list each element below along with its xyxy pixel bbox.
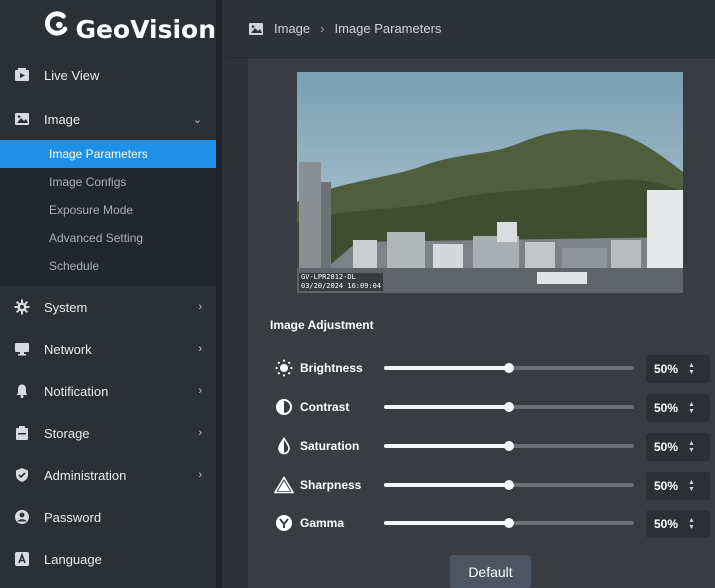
sidebar-item-label: System: [44, 299, 88, 315]
sidebar-item-label: Notification: [44, 383, 109, 399]
chevron-right-icon: ›: [198, 427, 202, 439]
gamma-slider[interactable]: [384, 518, 634, 528]
sidebar-subitem-exposure-mode[interactable]: Exposure Mode: [0, 196, 216, 224]
triangle-icon: [274, 475, 294, 495]
sidebar-item-network[interactable]: Network ›: [0, 328, 216, 370]
brand-name: GeoVision: [75, 14, 216, 44]
slider-fill: [384, 405, 509, 409]
sidebar-item-notification[interactable]: Notification ›: [0, 370, 216, 412]
contrast-icon: [274, 397, 294, 417]
image-icon: [248, 21, 264, 37]
brightness-value-stepper[interactable]: 50% ▲ ▼: [646, 355, 710, 383]
user-icon: [12, 507, 32, 527]
sharpness-slider[interactable]: [384, 480, 634, 490]
preview-timestamp: 03/20/2024 16:09:04: [301, 282, 382, 290]
sidebar-item-live-view[interactable]: Live View: [0, 58, 216, 92]
slider-fill: [384, 366, 509, 370]
shield-icon: [12, 465, 32, 485]
sidebar-item-label: Network: [44, 341, 92, 357]
default-button[interactable]: Default: [450, 555, 531, 588]
breadcrumb-page: Image Parameters: [334, 21, 442, 36]
breadcrumb: Image › Image Parameters: [228, 0, 715, 58]
sidebar-item-label: Image: [44, 111, 81, 127]
sidebar-subitem-schedule[interactable]: Schedule: [0, 252, 216, 280]
contrast-slider[interactable]: [384, 402, 634, 412]
sidebar-item-label: Language: [44, 551, 102, 567]
chevron-right-icon: ›: [198, 301, 202, 313]
slider-fill: [384, 521, 509, 525]
contrast-value-stepper[interactable]: 50% ▲ ▼: [646, 394, 710, 422]
preview-overlay: GV-LPR2812-DL 03/20/2024 16:09:04: [299, 273, 384, 291]
brand-logo[interactable]: GeoVision: [0, 0, 216, 58]
spinner-icon[interactable]: ▲ ▼: [688, 517, 695, 531]
image-icon: [12, 109, 32, 129]
gear-icon: [12, 297, 32, 317]
language-icon: [12, 549, 32, 569]
sidebar: GeoVision Live View Image ⌄ Image Parame…: [0, 0, 222, 588]
sidebar-item-label: Storage: [44, 425, 90, 441]
slider-handle[interactable]: [504, 441, 514, 451]
sidebar-item-label: Live View: [44, 67, 100, 83]
geovision-logo-icon: [45, 11, 68, 36]
sidebar-item-administration[interactable]: Administration ›: [0, 454, 216, 496]
camera-preview: GV-LPR2812-DL 03/20/2024 16:09:04: [297, 72, 683, 293]
sidebar-item-password[interactable]: Password: [0, 496, 216, 538]
brightness-label: Brightness: [300, 361, 363, 375]
breadcrumb-separator-icon: ›: [320, 21, 325, 36]
image-submenu: Image Parameters Image Configs Exposure …: [0, 140, 216, 286]
gamma-value-stepper[interactable]: 50% ▲ ▼: [646, 510, 710, 538]
sun-icon: [274, 358, 294, 378]
sidebar-subitem-advanced-setting[interactable]: Advanced Setting: [0, 224, 216, 252]
sidebar-item-language[interactable]: Language: [0, 538, 216, 580]
spinner-icon[interactable]: ▲ ▼: [688, 401, 695, 415]
sharpness-value: 50%: [654, 479, 679, 493]
gamma-label: Gamma: [300, 516, 345, 530]
sidebar-item-label: Administration: [44, 467, 127, 483]
slider-handle[interactable]: [504, 363, 514, 373]
spinner-icon[interactable]: ▲ ▼: [688, 440, 695, 454]
sidebar-item-storage[interactable]: Storage ›: [0, 412, 216, 454]
main-panel: GV-LPR2812-DL 03/20/2024 16:09:04 Image …: [248, 58, 715, 588]
chevron-down-icon: ⌄: [192, 113, 202, 126]
chevron-right-icon: ›: [198, 343, 202, 355]
slider-fill: [384, 444, 509, 448]
saturation-slider[interactable]: [384, 441, 634, 451]
sharpness-label: Sharpness: [300, 478, 362, 492]
storage-icon: [12, 423, 32, 443]
image-adjustment-title: Image Adjustment: [270, 318, 374, 332]
slider-fill: [384, 483, 509, 487]
gamma-value: 50%: [654, 517, 679, 531]
droplet-icon: [274, 436, 294, 456]
monitor-icon: [12, 339, 32, 359]
spinner-icon[interactable]: ▲ ▼: [688, 479, 695, 493]
slider-handle[interactable]: [504, 402, 514, 412]
sidebar-subitem-image-configs[interactable]: Image Configs: [0, 168, 216, 196]
sharpness-value-stepper[interactable]: 50% ▲ ▼: [646, 472, 710, 500]
sidebar-item-image[interactable]: Image ⌄: [0, 98, 216, 140]
chevron-right-icon: ›: [198, 469, 202, 481]
chevron-right-icon: ›: [198, 385, 202, 397]
sidebar-item-system[interactable]: System ›: [0, 286, 216, 328]
sidebar-item-label: Password: [44, 509, 102, 525]
sidebar-subitem-image-parameters[interactable]: Image Parameters: [0, 140, 216, 168]
brightness-value: 50%: [654, 362, 679, 376]
gamma-icon: [274, 513, 294, 533]
saturation-label: Saturation: [300, 439, 360, 453]
spinner-icon[interactable]: ▲ ▼: [688, 362, 695, 376]
camera-preview-image: [297, 72, 683, 293]
preview-camera-label: GV-LPR2812-DL: [301, 273, 356, 281]
saturation-value-stepper[interactable]: 50% ▲ ▼: [646, 433, 710, 461]
slider-handle[interactable]: [504, 518, 514, 528]
brightness-slider[interactable]: [384, 363, 634, 373]
bell-icon: [12, 381, 32, 401]
contrast-value: 50%: [654, 401, 679, 415]
saturation-value: 50%: [654, 440, 679, 454]
slider-handle[interactable]: [504, 480, 514, 490]
live-view-icon: [12, 65, 32, 85]
contrast-label: Contrast: [300, 400, 350, 414]
breadcrumb-section[interactable]: Image: [274, 21, 310, 36]
